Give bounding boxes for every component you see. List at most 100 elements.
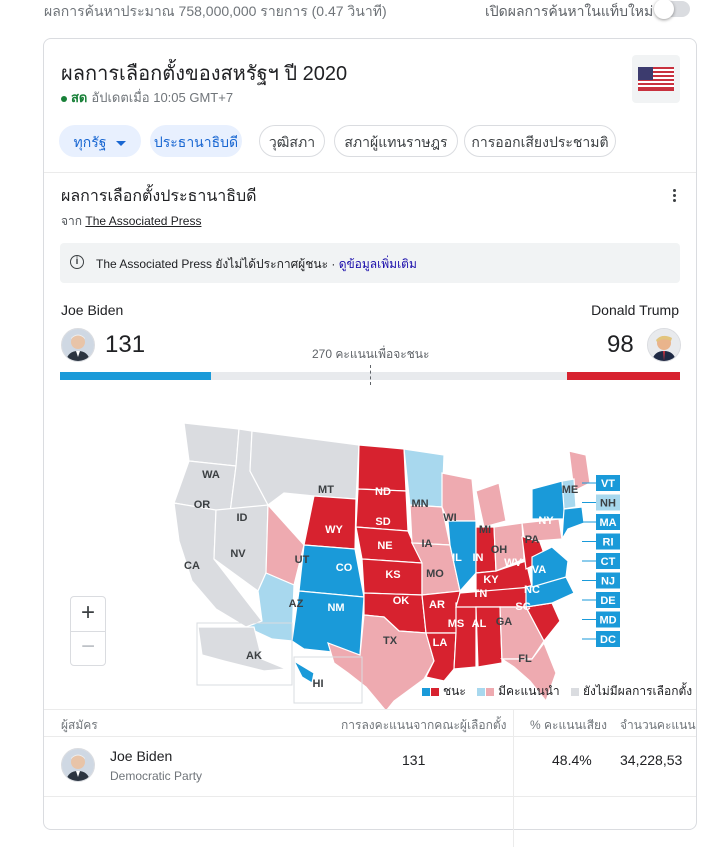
us-electoral-map[interactable]: WA OR CA ID NV MT WY UT AZ CO NM ND SD NE KS OK TX MN IA MO… (154, 411, 624, 711)
table-row: Joe Biden Democratic Party 131 48.4% 34,… (44, 736, 696, 797)
state-mt (249, 430, 360, 506)
biden-avatar (61, 328, 95, 362)
state-label-nd: ND (375, 486, 391, 498)
state-label-ca: CA (184, 560, 200, 572)
state-label-sc: SC (515, 601, 530, 613)
tab-label: วุฒิสภา (268, 134, 316, 150)
state-ne-corridor (561, 506, 585, 540)
state-label-ok: OK (393, 595, 410, 607)
notice-box: i The Associated Press ยังไม่ได้ประกาศผู… (60, 243, 680, 283)
rep-progress-fill (567, 372, 680, 380)
state-label-ny: NY (538, 515, 554, 527)
state-nd (357, 444, 407, 492)
state-mi (475, 482, 507, 528)
zoom-out-button[interactable]: − (71, 631, 105, 665)
results-table-header: ผู้สมัคร การลงคะแนนจากคณะผู้เลือกตั้ง % … (44, 709, 696, 737)
us-flag-icon (632, 55, 680, 103)
state-label-wv: WV (504, 557, 522, 569)
state-label-ne: NE (377, 540, 392, 552)
state-label-ms: MS (448, 618, 465, 630)
tab-house[interactable]: สภาผู้แทนราษฎร (334, 125, 458, 157)
tab-senate[interactable]: วุฒิสภา (259, 125, 325, 157)
state-label-wa: WA (202, 469, 220, 481)
state-label-wy: WY (325, 524, 343, 536)
state-label-va: VA (532, 564, 547, 576)
state-label-in: IN (473, 552, 484, 564)
tab-label: การออกเสียงประชามติ (471, 134, 609, 150)
state-label-az: AZ (289, 598, 304, 610)
state-label-fl: FL (518, 653, 532, 665)
section-title: ผลการเลือกตั้งประธานาธิบดี (61, 188, 257, 205)
col-count: จำนวนคะแนนเสียง (620, 718, 696, 732)
legend-none: ยังไม่มีผลการเลือกตั้ง (570, 684, 693, 698)
live-status: สด อัปเดตเมื่อ 10:05 GMT+7 (61, 87, 233, 108)
state-label-hi: HI (313, 678, 324, 690)
small-state-label-vt: VT (601, 478, 615, 490)
tab-label: ทุกรัฐ (73, 134, 107, 150)
col-electoral: การลงคะแนนจากคณะผู้เลือกตั้ง (341, 718, 507, 732)
state-label-pa: PA (525, 534, 540, 546)
state-label-mn: MN (411, 498, 428, 510)
small-state-label-ma: MA (599, 517, 616, 529)
small-state-label-nh: NH (600, 498, 616, 510)
source-prefix: จาก (61, 214, 83, 228)
state-ut (265, 503, 305, 586)
live-label: สด (71, 90, 88, 105)
state-label-la: LA (433, 637, 448, 649)
rep-candidate-name: Donald Trump (591, 302, 679, 318)
learn-more-link[interactable]: ดูข้อมูลเพิ่มเติม (339, 257, 417, 271)
toggle-knob (654, 0, 674, 19)
zoom-in-button[interactable]: + (71, 597, 105, 632)
new-tab-label: เปิดผลการค้นหาในแท็บใหม่ (485, 3, 654, 19)
state-label-ut: UT (295, 554, 310, 566)
result-count: ผลการค้นหาประมาณ 758,000,000 รายการ (0.4… (44, 3, 387, 19)
top-bar: ผลการค้นหาประมาณ 758,000,000 รายการ (0.4… (0, 0, 722, 22)
state-label-oh: OH (491, 544, 508, 556)
election-card: ผลการเลือกตั้งของสหรัฐฯ ปี 2020 สด อัปเดต… (43, 38, 700, 847)
legend-lead: มีคะแนนนำ (477, 684, 560, 698)
small-state-label-md: MD (599, 615, 616, 627)
state-label-sd: SD (375, 516, 390, 528)
row-count: 34,228,53 (620, 752, 683, 768)
state-label-nc: NC (524, 584, 540, 596)
legend-win: ชนะ (422, 684, 466, 698)
state-label-mt: MT (318, 484, 334, 496)
map-legend: ชนะ มีคะแนนนำ ยังไม่มีผลการเลือกตั้ง (422, 682, 700, 701)
map-zoom-controls: + − (70, 596, 106, 666)
tab-ballot-measures[interactable]: การออกเสียงประชามติ (464, 125, 616, 157)
info-icon: i (70, 255, 84, 269)
new-tab-toggle[interactable] (654, 0, 690, 19)
updated-time: อัปเดตเมื่อ 10:05 GMT+7 (91, 90, 234, 105)
legend-swatch (422, 687, 430, 696)
state-label-ar: AR (429, 599, 445, 611)
divider (44, 172, 696, 173)
legend-swatch (570, 687, 579, 696)
row-electoral: 131 (402, 752, 426, 768)
legend-none-label: ยังไม่มีผลการเลือกตั้ง (582, 684, 693, 698)
state-label-me: ME (562, 484, 579, 496)
state-label-id: ID (237, 512, 248, 524)
source-line: จาก The Associated Press (61, 212, 201, 231)
small-state-label-de: DE (600, 595, 615, 607)
state-hi (292, 659, 315, 684)
small-state-label-ct: CT (601, 556, 616, 568)
votes-to-win-label: 270 คะแนนเพื่อจะชนะ (312, 347, 430, 361)
tab-president[interactable]: ประธานาธิบดี (150, 125, 242, 157)
chevron-down-icon (116, 140, 127, 146)
tab-all-states[interactable]: ทุกรัฐ (59, 125, 141, 157)
state-label-ga: GA (496, 616, 513, 628)
live-dot-icon (61, 95, 67, 102)
tab-label: ประธานาธิบดี (153, 134, 239, 150)
legend-win-label: ชนะ (443, 684, 466, 698)
source-link[interactable]: The Associated Press (85, 214, 201, 228)
col-candidate: ผู้สมัคร (61, 718, 98, 732)
state-label-co: CO (336, 562, 353, 574)
state-ms (453, 600, 477, 670)
state-label-il: IL (452, 552, 462, 564)
notice-text: The Associated Press ยังไม่ได้ประกาศผู้ช… (96, 257, 336, 271)
state-label-wi: WI (443, 512, 456, 524)
majority-marker (370, 365, 371, 385)
biden-avatar (61, 748, 95, 782)
row-candidate-name: Joe Biden (110, 748, 173, 764)
more-options-icon[interactable] (666, 187, 682, 205)
